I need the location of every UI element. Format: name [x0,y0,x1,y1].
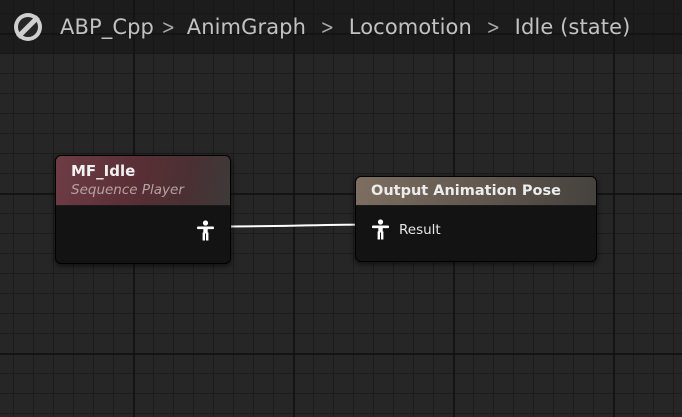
node-subtitle: Sequence Player [71,182,184,198]
pose-icon[interactable] [371,219,390,240]
breadcrumb-item-state-machine[interactable]: Locomotion [349,15,472,39]
chevron-right-icon: > [486,15,500,39]
pose-icon[interactable] [196,220,215,241]
output-pose-pin[interactable] [196,220,215,241]
chevron-right-icon: > [320,15,335,39]
sequence-player-node[interactable]: MF_Idle Sequence Player [55,155,231,264]
node-title: Output Animation Pose [371,183,561,199]
result-pose-pin[interactable]: Result [371,219,441,240]
chevron-right-icon: > [161,15,176,39]
breadcrumb-item-animgraph[interactable]: AnimGraph [187,15,306,39]
breadcrumb-item-blueprint[interactable]: ABP_Cpp [60,15,154,39]
output-node-header[interactable]: Output Animation Pose [356,177,596,206]
result-pin-label: Result [399,221,441,238]
sequence-player-node-header[interactable]: MF_Idle Sequence Player [56,156,230,206]
node-title: MF_Idle [71,162,136,180]
output-animation-pose-node[interactable]: Output Animation Pose Result [355,176,597,262]
breadcrumb: ABP_Cpp > AnimGraph > Locomotion > Idle … [0,0,682,54]
anim-graph-editor[interactable]: ABP_Cpp > AnimGraph > Locomotion > Idle … [0,0,682,417]
blueprint-icon[interactable] [12,11,44,43]
breadcrumb-item-state[interactable]: Idle (state) [515,15,631,39]
